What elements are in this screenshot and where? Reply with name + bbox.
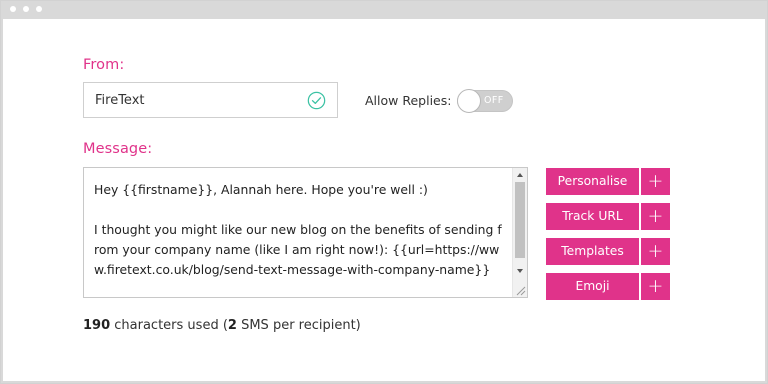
emoji-add-button[interactable]: + xyxy=(641,273,670,300)
scroll-down-arrow-icon[interactable] xyxy=(513,264,527,278)
templates-label[interactable]: Templates xyxy=(546,238,639,265)
resize-grip-icon[interactable] xyxy=(514,284,526,296)
character-count-text: characters used ( xyxy=(110,318,228,333)
sms-count-text: SMS per recipient) xyxy=(236,318,361,333)
window-titlebar xyxy=(1,1,767,19)
plus-icon: + xyxy=(647,240,664,262)
from-value: FireText xyxy=(95,93,145,108)
track-url-label[interactable]: Track URL xyxy=(546,203,639,230)
plus-icon: + xyxy=(647,170,664,192)
from-label: From: xyxy=(83,57,125,73)
allow-replies-label: Allow Replies: xyxy=(365,93,452,108)
personalise-label[interactable]: Personalise xyxy=(546,168,639,195)
track-url-button[interactable]: Track URL + xyxy=(546,203,670,230)
character-count-value: 190 xyxy=(83,318,111,333)
plus-icon: + xyxy=(647,205,664,227)
check-circle-icon xyxy=(307,91,326,110)
templates-add-button[interactable]: + xyxy=(641,238,670,265)
window-dot-icon xyxy=(10,6,16,12)
toggle-state-text: OFF xyxy=(484,95,504,106)
emoji-label[interactable]: Emoji xyxy=(546,273,639,300)
templates-button[interactable]: Templates + xyxy=(546,238,670,265)
sms-count-value: 2 xyxy=(227,318,237,333)
track-url-add-button[interactable]: + xyxy=(641,203,670,230)
message-scrollbar[interactable] xyxy=(512,168,527,297)
message-textarea[interactable]: Hey {{firstname}}, Alannah here. Hope yo… xyxy=(83,167,528,298)
browser-window: From: FireText Allow Replies: OFF Messag… xyxy=(0,0,768,384)
compose-panel: From: FireText Allow Replies: OFF Messag… xyxy=(3,19,765,381)
allow-replies-toggle[interactable]: OFF xyxy=(457,89,513,113)
scroll-up-arrow-icon[interactable] xyxy=(513,168,527,182)
window-dot-icon xyxy=(36,6,42,12)
message-label: Message: xyxy=(83,141,153,157)
plus-icon: + xyxy=(647,275,664,297)
character-count: 190 characters used (2 SMS per recipient… xyxy=(83,318,361,333)
personalise-button[interactable]: Personalise + xyxy=(546,168,670,195)
toggle-knob xyxy=(457,89,481,113)
scroll-thumb[interactable] xyxy=(515,182,525,258)
from-field[interactable]: FireText xyxy=(83,82,338,118)
message-text: Hey {{firstname}}, Alannah here. Hope yo… xyxy=(94,182,502,277)
personalise-add-button[interactable]: + xyxy=(641,168,670,195)
window-dot-icon xyxy=(23,6,29,12)
emoji-button[interactable]: Emoji + xyxy=(546,273,670,300)
